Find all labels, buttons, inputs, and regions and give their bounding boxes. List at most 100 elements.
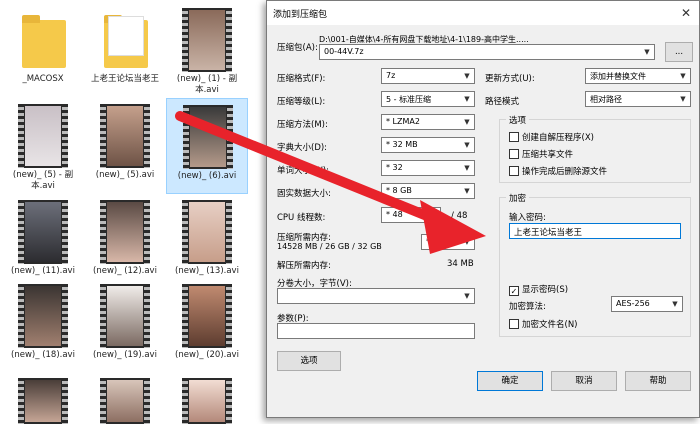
cancel-button[interactable]: 取消 [551, 371, 617, 391]
video-thumbnail [178, 378, 236, 424]
encrypt-names-label: 加密文件名(N) [522, 320, 578, 330]
password-value: 上老王论坛当老王 [514, 228, 583, 238]
checkbox-box [509, 319, 519, 329]
video-thumbnail [14, 284, 72, 348]
file-item-video-selected[interactable]: (new)_ (6).avi [166, 98, 248, 194]
word-select[interactable]: * 32 ▼ [381, 160, 475, 176]
browse-button[interactable]: ... [665, 42, 693, 62]
folder-icon [96, 8, 154, 72]
chevron-down-icon: ▼ [464, 141, 470, 149]
password-label: 输入密码: [509, 213, 546, 223]
path-mode-select[interactable]: 相对路径 ▼ [585, 91, 691, 107]
method-label: 压缩方法(M): [277, 120, 328, 130]
enc-method-value: AES-256 [616, 299, 650, 308]
file-item-video[interactable]: (new)_ (13).avi [166, 194, 248, 290]
method-select[interactable]: * LZMA2 ▼ [381, 114, 475, 130]
file-item-video[interactable]: (new)_ (11).avi [2, 194, 84, 290]
shared-checkbox[interactable]: 压缩共享文件 [509, 148, 573, 160]
file-item-video[interactable]: (new)_ (20).avi [166, 278, 248, 374]
decomp-value: 34 MB [447, 259, 474, 269]
format-label: 压缩格式(F): [277, 74, 326, 84]
file-item-video[interactable]: (new)_ (1) - 副本.avi [166, 2, 248, 98]
video-thumbnail [96, 104, 154, 168]
file-item-video[interactable] [2, 372, 84, 424]
shared-label: 压缩共享文件 [522, 150, 574, 160]
file-item-video[interactable]: (new)_ (19).avi [84, 278, 166, 374]
add-to-archive-dialog: 添加到压缩包 ✕ 压缩包(A): D:\001-自媒体\4-所有网盘下载地址\4… [266, 0, 700, 418]
video-thumbnail [14, 378, 72, 424]
video-thumbnail [178, 284, 236, 348]
file-item-video[interactable] [84, 372, 166, 424]
update-select[interactable]: 添加并替换文件 ▼ [585, 68, 691, 84]
enc-method-label: 加密算法: [509, 302, 546, 312]
checkbox-box [509, 166, 519, 176]
video-thumbnail [179, 105, 237, 169]
file-item-label: (new)_ (19).avi [93, 350, 157, 360]
params-input[interactable] [277, 323, 475, 339]
dict-value: * 32 MB [386, 140, 418, 149]
file-item-label: (new)_ (18).avi [11, 350, 75, 360]
options-group-title: 选项 [506, 114, 530, 126]
solid-select[interactable]: * 8 GB ▼ [381, 183, 475, 199]
level-select[interactable]: 5 - 标准压缩 ▼ [381, 91, 475, 107]
dialog-title: 添加到压缩包 [273, 10, 328, 20]
ok-button[interactable]: 确定 [477, 371, 543, 391]
video-thumbnail [178, 8, 236, 72]
chevron-down-icon: ▼ [464, 118, 470, 126]
cpu-total: / 48 [451, 211, 468, 221]
file-item-video[interactable]: (new)_ (5) - 副本.avi [2, 98, 84, 194]
archive-name-value: 00-44V.7z [324, 47, 364, 56]
help-button[interactable]: 帮助 [625, 371, 691, 391]
video-thumbnail [96, 378, 154, 424]
file-item-label: (new)_ (6).avi [177, 171, 237, 181]
dialog-titlebar: 添加到压缩包 ✕ [267, 1, 699, 25]
decomp-label: 解压所需内存: [277, 261, 331, 271]
sfx-checkbox[interactable]: 创建自解压程序(X) [509, 131, 594, 143]
format-value: 7z [386, 71, 396, 80]
video-thumbnail [14, 104, 72, 168]
encryption-group-title: 加密 [506, 192, 530, 204]
chevron-down-icon: ▼ [464, 95, 470, 103]
solid-label: 固实数据大小: [277, 189, 331, 199]
show-password-label: 显示密码(S) [522, 285, 569, 295]
close-icon[interactable]: ✕ [673, 1, 699, 25]
chevron-down-icon: ▼ [464, 238, 470, 246]
split-select[interactable]: ▼ [277, 288, 475, 304]
video-thumbnail [96, 200, 154, 264]
file-item-video[interactable]: (new)_ (18).avi [2, 278, 84, 374]
checkbox-box [509, 149, 519, 159]
video-thumbnail [96, 284, 154, 348]
file-item-label: (new)_ (1) - 副本.avi [176, 74, 238, 95]
show-password-checkbox[interactable]: ✓ 显示密码(S) [509, 283, 568, 296]
video-thumbnail [14, 200, 72, 264]
file-item-video[interactable]: (new)_ (5).avi [84, 98, 166, 194]
file-item-macosx-folder[interactable]: _MACOSX [2, 2, 84, 98]
mem-value: * 80% [426, 237, 451, 246]
level-value: 5 - 标准压缩 [386, 95, 432, 104]
file-item-label: (new)_ (13).avi [175, 266, 239, 276]
cpu-select[interactable]: * 48 ▼ [381, 207, 441, 223]
file-item-label: _MACOSX [22, 74, 64, 84]
checkbox-box [509, 132, 519, 142]
enc-method-select[interactable]: AES-256 ▼ [611, 296, 683, 312]
chevron-down-icon: ▼ [680, 72, 686, 80]
file-item-video[interactable] [166, 372, 248, 424]
chevron-down-icon: ▼ [464, 164, 470, 172]
encrypt-names-checkbox[interactable]: 加密文件名(N) [509, 318, 578, 330]
mem-select[interactable]: * 80% ▼ [421, 234, 475, 250]
word-label: 单词大小(W): [277, 166, 329, 176]
cpu-value: * 48 [386, 210, 403, 219]
file-item-label: (new)_ (12).avi [93, 266, 157, 276]
archive-name-combo[interactable]: 00-44V.7z ▼ [319, 44, 655, 60]
options-button[interactable]: 选项 [277, 351, 341, 371]
delete-source-label: 操作完成后删除源文件 [522, 167, 608, 177]
update-value: 添加并替换文件 [590, 72, 646, 81]
format-select[interactable]: 7z ▼ [381, 68, 475, 84]
chevron-down-icon: ▼ [680, 95, 686, 103]
dict-label: 字典大小(D): [277, 143, 328, 153]
password-input[interactable]: 上老王论坛当老王 [509, 223, 681, 239]
dict-select[interactable]: * 32 MB ▼ [381, 137, 475, 153]
file-item-video[interactable]: (new)_ (12).avi [84, 194, 166, 290]
file-item-folder[interactable]: 上老王论坛当老王 [84, 2, 166, 98]
delete-source-checkbox[interactable]: 操作完成后删除源文件 [509, 165, 607, 177]
